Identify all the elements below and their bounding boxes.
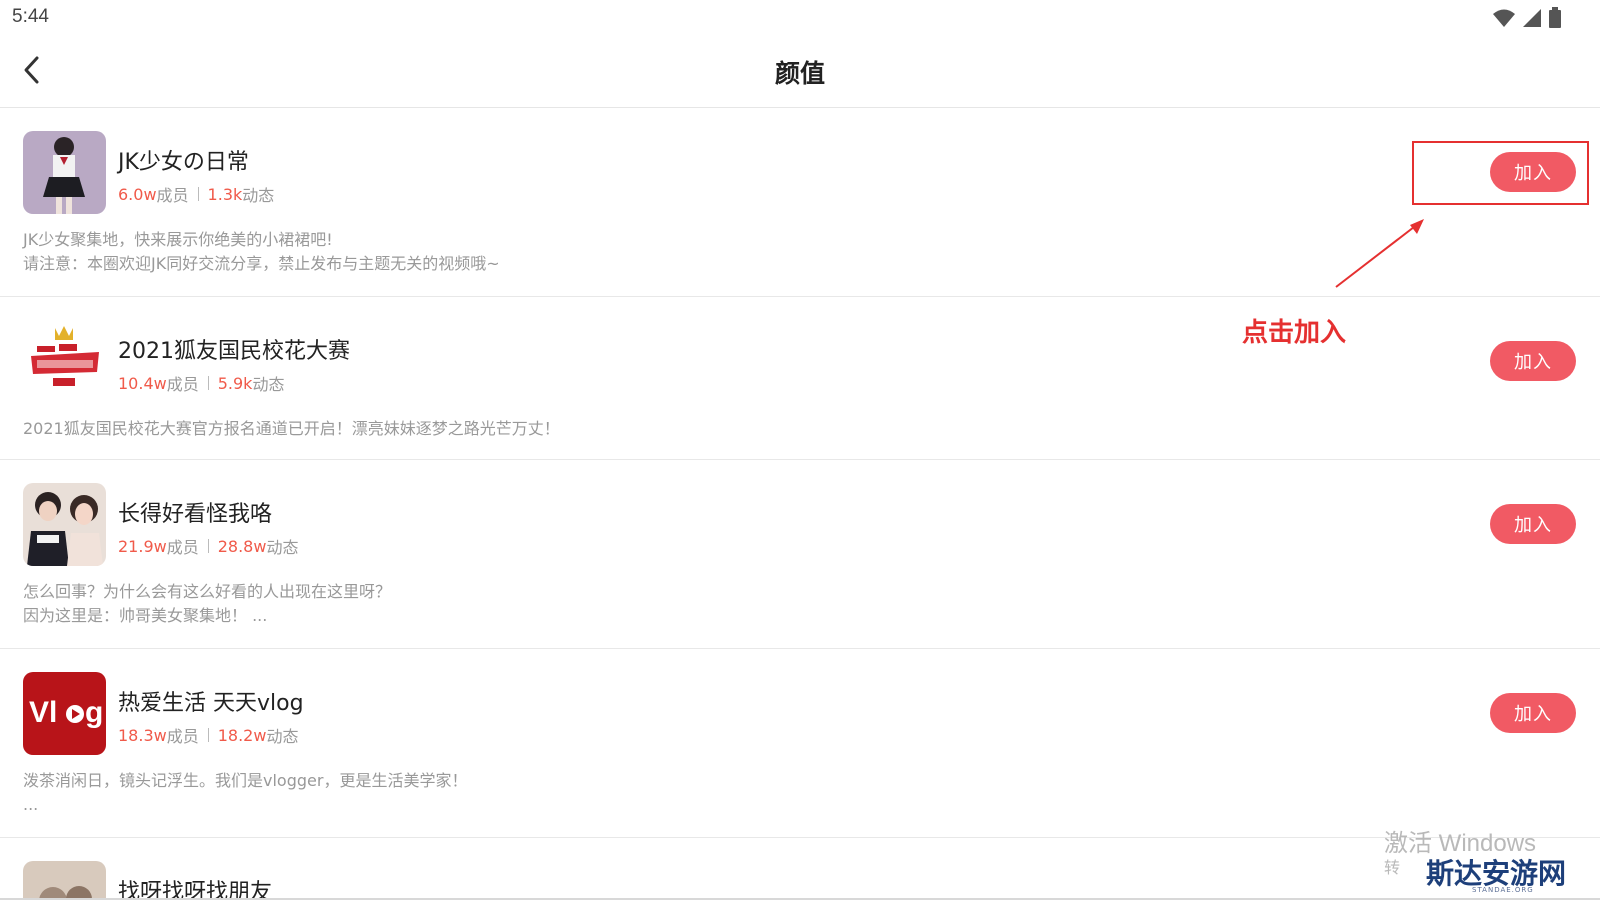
status-icons [1492,7,1562,33]
member-count: 6.0w [118,184,157,204]
group-item[interactable]: Vl g 热爱生活 天天vlog 18.3w 成员 18.2w 动态 泼茶消闲日… [0,649,1600,838]
group-stats: 21.9w 成员 28.8w 动态 [118,534,298,558]
svg-text:g: g [85,696,103,729]
description-line: ... [23,795,39,814]
group-item[interactable]: 找呀找呀找朋友 [0,838,1600,900]
description-line: 因为这里是：帅哥美女聚集地！ ... [23,606,268,625]
member-count: 21.9w [118,536,167,556]
annotation-label: 点击加入 [1242,318,1347,348]
group-name: 长得好看怪我咯 [118,502,273,527]
group-description: 泼茶消闲日，镜头记浮生。我们是vlogger，更是生活美学家！ ... [23,769,467,817]
battery-icon [1548,7,1562,33]
group-avatar [23,320,106,403]
member-count: 18.3w [118,725,167,745]
description-line: 请注意：本圈欢迎JK同好交流分享，禁止发布与主题无关的视频哦~ [23,254,500,273]
description-line: 怎么回事？为什么会有这么好看的人出现在这里呀？ [23,582,392,601]
stat-divider [197,187,199,201]
post-count: 5.9k [217,373,253,393]
stat-divider [207,728,209,742]
page-title: 颜值 [774,59,825,88]
group-avatar [23,131,106,214]
annotation-highlight-box [1412,141,1589,205]
group-description: 怎么回事？为什么会有这么好看的人出现在这里呀？ 因为这里是：帅哥美女聚集地！ .… [23,580,391,628]
group-name: 找呀找呀找朋友 [118,880,273,900]
group-description: 2021狐友国民校花大赛官方报名通道已开启！漂亮妹妹逐梦之路光芒万丈！ [23,417,560,441]
description-line: 2021狐友国民校花大赛官方报名通道已开启！漂亮妹妹逐梦之路光芒万丈！ [23,419,560,438]
description-line: JK少女聚集地，快来展示你绝美的小裙裙吧! [23,230,333,249]
member-label: 成员 [166,538,199,557]
signal-icon [1522,8,1542,32]
member-label: 成员 [166,727,199,746]
status-time: 5:44 [12,6,49,27]
group-stats: 6.0w 成员 1.3k 动态 [118,182,274,206]
join-button[interactable]: 加入 [1490,693,1576,733]
group-name: JK少女の日常 [118,150,249,175]
site-logo-subtext: STANDAE.ORG [1472,886,1534,894]
join-button[interactable]: 加入 [1490,504,1576,544]
svg-text:Vl: Vl [29,696,57,729]
group-avatar: Vl g [23,672,106,755]
member-label: 成员 [166,375,199,394]
group-name: 2021狐友国民校花大赛 [118,339,350,364]
post-label: 动态 [266,538,299,557]
description-line: 泼茶消闲日，镜头记浮生。我们是vlogger，更是生活美学家！ [23,771,468,790]
stat-divider [207,376,209,390]
post-count: 18.2w [217,725,267,745]
post-label: 动态 [266,727,299,746]
wifi-icon [1492,8,1516,32]
group-stats: 10.4w 成员 5.9k 动态 [118,371,284,395]
top-bar: 颜值 [0,36,1600,108]
group-stats: 18.3w 成员 18.2w 动态 [118,723,298,747]
windows-activation-subtext: 转 [1384,858,1401,877]
group-avatar [23,483,106,566]
stat-divider [207,539,209,553]
post-count: 28.8w [217,536,267,556]
post-label: 动态 [252,375,285,394]
member-label: 成员 [156,186,189,205]
post-count: 1.3k [207,184,243,204]
member-count: 10.4w [118,373,167,393]
group-name: 热爱生活 天天vlog [118,691,304,716]
status-bar: 5:44 [0,0,1600,36]
group-avatar [23,861,106,900]
group-item[interactable]: 2021狐友国民校花大赛 10.4w 成员 5.9k 动态 2021狐友国民校花… [0,297,1600,460]
annotation-arrow-icon [1335,219,1424,288]
post-label: 动态 [242,186,275,205]
group-item[interactable]: 长得好看怪我咯 21.9w 成员 28.8w 动态 怎么回事？为什么会有这么好看… [0,460,1600,649]
join-button[interactable]: 加入 [1490,341,1576,381]
group-description: JK少女聚集地，快来展示你绝美的小裙裙吧! 请注意：本圈欢迎JK同好交流分享，禁… [23,228,500,276]
